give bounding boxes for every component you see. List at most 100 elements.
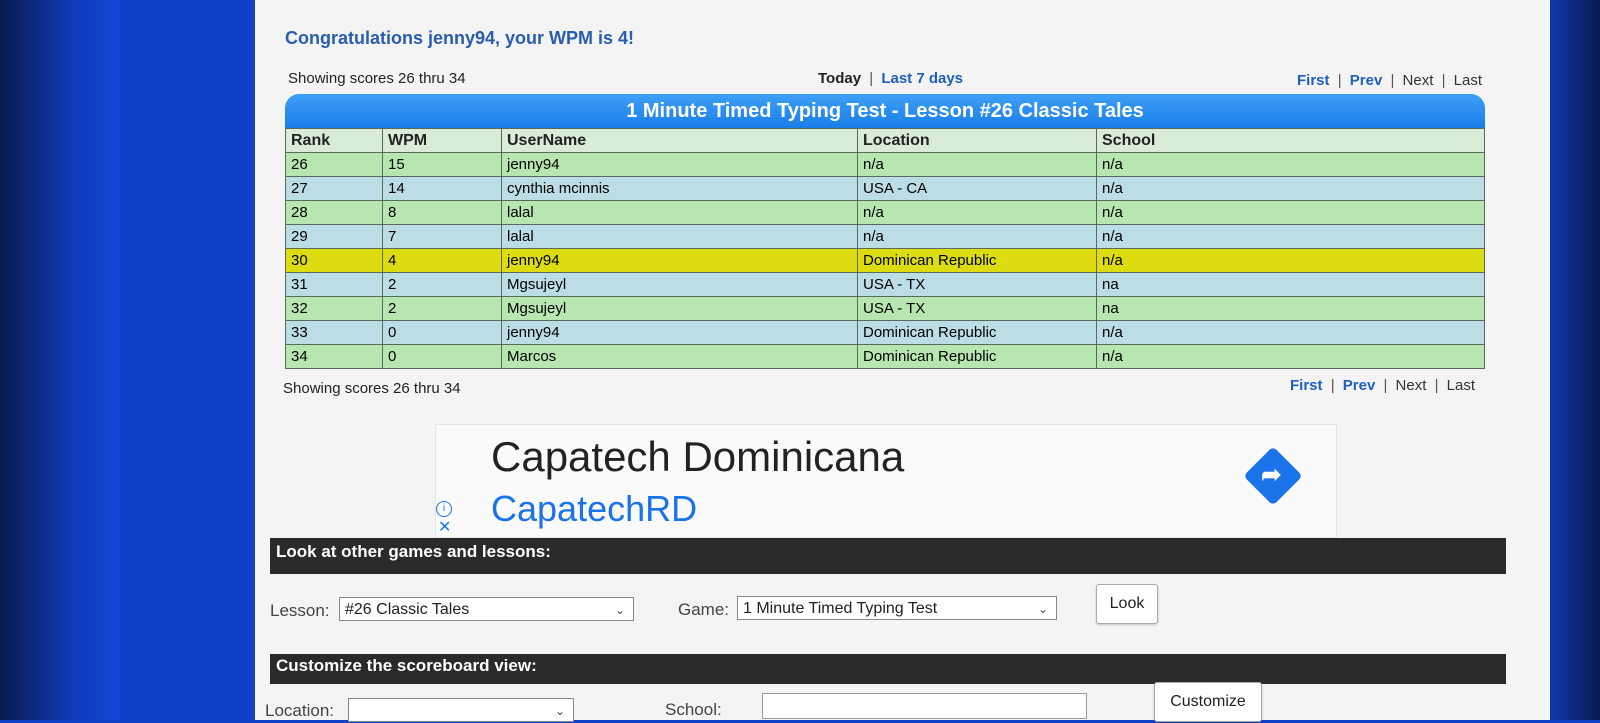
table-row: 33 0 jenny94 Dominican Republic n/a (285, 320, 1485, 345)
cell-location: Dominican Republic (857, 320, 1097, 345)
cell-username: Mgsujeyl (501, 296, 858, 321)
col-wpm: WPM (382, 128, 502, 153)
cell-wpm: 0 (382, 344, 502, 369)
cell-location: n/a (857, 152, 1097, 177)
today-filter[interactable]: Today (818, 70, 861, 87)
ad-title[interactable]: Capatech Dominicana (491, 433, 904, 481)
customize-button[interactable]: Customize (1154, 682, 1262, 722)
cell-school: n/a (1096, 320, 1485, 345)
cell-wpm: 8 (382, 200, 502, 225)
showing-scores-bottom: Showing scores 26 thru 34 (283, 380, 461, 397)
cell-username: cynthia mcinnis (501, 176, 858, 201)
chevron-down-icon: ⌄ (1037, 602, 1048, 616)
last7-filter[interactable]: Last 7 days (881, 70, 963, 87)
cell-school: na (1096, 272, 1485, 297)
table-header-row: Rank WPM UserName Location School (285, 128, 1485, 153)
showing-scores-top: Showing scores 26 thru 34 (288, 70, 466, 87)
prev-link[interactable]: Prev (1343, 377, 1376, 394)
cell-school: n/a (1096, 224, 1485, 249)
cell-username: jenny94 (501, 248, 858, 273)
cell-school: n/a (1096, 200, 1485, 225)
screen-bezel-left (0, 0, 120, 720)
pager-bottom: First | Prev | Next | Last (1290, 377, 1475, 394)
prev-link[interactable]: Prev (1350, 72, 1383, 89)
look-button[interactable]: Look (1096, 584, 1158, 624)
cell-username: lalal (501, 200, 858, 225)
location-label: Location: (265, 701, 334, 720)
table-row: 31 2 Mgsujeyl USA - TX na (285, 272, 1485, 297)
cell-school: n/a (1096, 176, 1485, 201)
last-link[interactable]: Last (1447, 377, 1475, 394)
school-input[interactable] (762, 693, 1087, 719)
congrats-message: Congratulations jenny94, your WPM is 4! (285, 28, 635, 48)
cell-rank: 28 (285, 200, 383, 225)
cell-username: jenny94 (501, 320, 858, 345)
close-icon[interactable]: ✕ (438, 517, 451, 537)
ad-banner[interactable]: Capatech Dominicana CapatechRD i ✕ ➦ (435, 424, 1337, 538)
cell-rank: 27 (285, 176, 383, 201)
cell-school: n/a (1096, 152, 1485, 177)
period-filter: Today | Last 7 days (818, 70, 964, 87)
lesson-select[interactable]: #26 Classic Tales ⌄ (339, 597, 634, 621)
cell-wpm: 7 (382, 224, 502, 249)
pager-top: First | Prev | Next | Last (1297, 72, 1482, 89)
scores-table: Rank WPM UserName Location School 26 15 … (285, 128, 1485, 369)
chevron-down-icon: ⌄ (614, 603, 625, 617)
table-row: 28 8 lalal n/a n/a (285, 200, 1485, 225)
table-row: 32 2 Mgsujeyl USA - TX na (285, 296, 1485, 321)
ad-subtitle[interactable]: CapatechRD (491, 488, 697, 530)
cell-rank: 26 (285, 152, 383, 177)
games-section-header: Look at other games and lessons: (270, 538, 1506, 574)
cell-location: USA - TX (857, 272, 1097, 297)
cell-wpm: 2 (382, 272, 502, 297)
table-row: 26 15 jenny94 n/a n/a (285, 152, 1485, 177)
table-row-current-user: 30 4 jenny94 Dominican Republic n/a (285, 248, 1485, 273)
cell-location: n/a (857, 200, 1097, 225)
directions-arrow-icon[interactable]: ➦ (1243, 446, 1303, 506)
customize-section-header: Customize the scoreboard view: (270, 654, 1506, 684)
info-icon[interactable]: i (436, 501, 452, 517)
cell-username: Mgsujeyl (501, 272, 858, 297)
cell-rank: 31 (285, 272, 383, 297)
table-row: 29 7 lalal n/a n/a (285, 224, 1485, 249)
first-link[interactable]: First (1297, 72, 1330, 89)
cell-username: jenny94 (501, 152, 858, 177)
scoreboard: 1 Minute Timed Typing Test - Lesson #26 … (285, 94, 1485, 369)
cell-wpm: 2 (382, 296, 502, 321)
cell-wpm: 14 (382, 176, 502, 201)
cell-username: lalal (501, 224, 858, 249)
cell-location: n/a (857, 224, 1097, 249)
table-row: 34 0 Marcos Dominican Republic n/a (285, 344, 1485, 369)
game-select[interactable]: 1 Minute Timed Typing Test ⌄ (737, 596, 1057, 620)
chevron-down-icon: ⌄ (554, 704, 565, 718)
page: Congratulations jenny94, your WPM is 4! … (255, 0, 1550, 722)
cell-location: USA - CA (857, 176, 1097, 201)
cell-rank: 30 (285, 248, 383, 273)
scoreboard-title: 1 Minute Timed Typing Test - Lesson #26 … (285, 94, 1485, 128)
next-link[interactable]: Next (1396, 377, 1427, 394)
col-rank: Rank (285, 128, 383, 153)
cell-school: na (1096, 296, 1485, 321)
col-location: Location (857, 128, 1097, 153)
cell-rank: 34 (285, 344, 383, 369)
cell-location: Dominican Republic (857, 248, 1097, 273)
location-select[interactable]: ⌄ (348, 698, 574, 722)
table-row: 27 14 cynthia mcinnis USA - CA n/a (285, 176, 1485, 201)
cell-wpm: 0 (382, 320, 502, 345)
cell-school: n/a (1096, 248, 1485, 273)
cell-rank: 32 (285, 296, 383, 321)
cell-location: USA - TX (857, 296, 1097, 321)
school-label: School: (665, 700, 722, 719)
cell-rank: 33 (285, 320, 383, 345)
cell-username: Marcos (501, 344, 858, 369)
first-link[interactable]: First (1290, 377, 1323, 394)
col-username: UserName (501, 128, 858, 153)
cell-wpm: 4 (382, 248, 502, 273)
game-label: Game: (678, 600, 730, 619)
last-link[interactable]: Last (1454, 72, 1482, 89)
cell-location: Dominican Republic (857, 344, 1097, 369)
col-school: School (1096, 128, 1485, 153)
cell-school: n/a (1096, 344, 1485, 369)
cell-rank: 29 (285, 224, 383, 249)
next-link[interactable]: Next (1403, 72, 1434, 89)
